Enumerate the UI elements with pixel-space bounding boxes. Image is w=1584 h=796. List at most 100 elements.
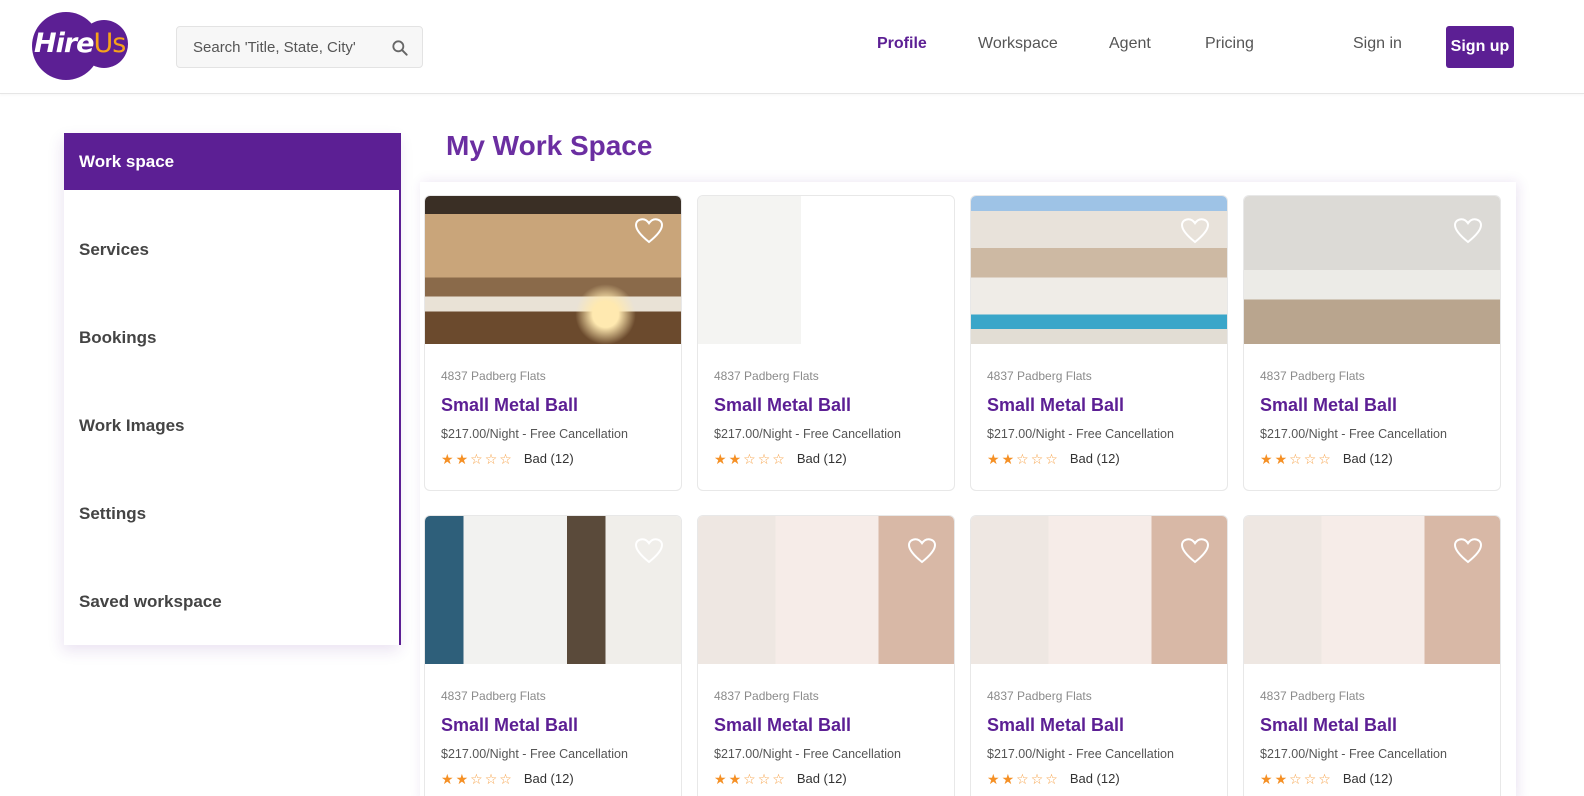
card-rating: ★ ★ ☆ ☆ ☆ Bad (12) <box>714 451 847 466</box>
star-empty-icon: ☆ <box>499 450 512 467</box>
card-price: $217.00/Night - Free Cancellation <box>1260 747 1447 761</box>
hireus-logo[interactable]: HireUs <box>30 10 130 82</box>
star-filled-icon: ★ <box>728 450 742 467</box>
sign-in-link[interactable]: Sign in <box>1353 35 1402 53</box>
card-rating: ★ ★ ☆ ☆ ☆ Bad (12) <box>987 771 1120 786</box>
star-filled-icon: ★ <box>1260 770 1273 787</box>
card-price: $217.00/Night - Free Cancellation <box>441 427 628 441</box>
heart-icon[interactable] <box>1454 218 1482 244</box>
star-empty-icon: ☆ <box>1016 770 1029 787</box>
card-rating: ★ ★ ☆ ☆ ☆ Bad (12) <box>441 451 574 466</box>
rating-text: Bad (12) <box>1069 771 1120 786</box>
workspace-card[interactable]: 4837 Padberg Flats Small Metal Ball $217… <box>1243 515 1501 796</box>
card-price: $217.00/Night - Free Cancellation <box>1260 427 1447 441</box>
star-empty-icon: ☆ <box>757 450 771 467</box>
star-rating: ★ ★ ☆ ☆ ☆ <box>1260 772 1331 786</box>
star-empty-icon: ☆ <box>1318 450 1331 467</box>
heart-icon[interactable] <box>1181 218 1209 244</box>
star-rating: ★ ★ ☆ ☆ ☆ <box>714 452 785 466</box>
sign-up-button[interactable]: Sign up <box>1446 26 1514 68</box>
logo-wordmark: HireUs <box>34 28 126 59</box>
star-empty-icon: ☆ <box>757 770 771 787</box>
card-address: 4837 Padberg Flats <box>1260 369 1365 383</box>
heart-icon[interactable] <box>1181 538 1209 564</box>
rating-text: Bad (12) <box>796 771 847 786</box>
workspace-card[interactable]: 4837 Padberg Flats Small Metal Ball $217… <box>970 195 1228 491</box>
rating-text: Bad (12) <box>1069 451 1120 466</box>
sidebar-item-work-space[interactable]: Work space <box>64 133 399 190</box>
star-empty-icon: ☆ <box>1303 450 1317 467</box>
rating-text: Bad (12) <box>1342 451 1393 466</box>
sidebar-item-bookings[interactable]: Bookings <box>64 309 399 397</box>
heart-icon[interactable] <box>908 538 936 564</box>
card-title[interactable]: Small Metal Ball <box>441 715 578 736</box>
star-empty-icon: ☆ <box>1045 770 1058 787</box>
workspace-card[interactable]: 4837 Padberg Flats Small Metal Ball $217… <box>424 195 682 491</box>
card-price: $217.00/Night - Free Cancellation <box>714 427 901 441</box>
star-filled-icon: ★ <box>987 450 1000 467</box>
star-filled-icon: ★ <box>1001 770 1015 787</box>
star-filled-icon: ★ <box>728 770 742 787</box>
card-title[interactable]: Small Metal Ball <box>1260 395 1397 416</box>
star-filled-icon: ★ <box>455 770 469 787</box>
card-title[interactable]: Small Metal Ball <box>714 395 851 416</box>
workspace-card[interactable]: 4837 Padberg Flats Small Metal Ball $217… <box>697 515 955 796</box>
star-filled-icon: ★ <box>714 450 727 467</box>
star-filled-icon: ★ <box>1274 450 1288 467</box>
star-filled-icon: ★ <box>1274 770 1288 787</box>
card-price: $217.00/Night - Free Cancellation <box>987 427 1174 441</box>
card-title[interactable]: Small Metal Ball <box>441 395 578 416</box>
star-empty-icon: ☆ <box>470 450 483 467</box>
workspace-card[interactable]: 4837 Padberg Flats Small Metal Ball $217… <box>970 515 1228 796</box>
heart-icon[interactable] <box>635 538 663 564</box>
search-box <box>176 26 423 68</box>
card-title[interactable]: Small Metal Ball <box>1260 715 1397 736</box>
card-rating: ★ ★ ☆ ☆ ☆ Bad (12) <box>1260 451 1393 466</box>
nav-pricing[interactable]: Pricing <box>1205 35 1254 53</box>
star-empty-icon: ☆ <box>499 770 512 787</box>
card-address: 4837 Padberg Flats <box>987 689 1092 703</box>
star-empty-icon: ☆ <box>743 450 756 467</box>
sidebar-item-work-images[interactable]: Work Images <box>64 397 399 485</box>
workspace-card[interactable]: 4837 Padberg Flats Small Metal Ball $217… <box>424 515 682 796</box>
nav-profile[interactable]: Profile <box>877 35 927 53</box>
card-title[interactable]: Small Metal Ball <box>714 715 851 736</box>
sidebar-item-services[interactable]: Services <box>64 221 399 309</box>
card-title[interactable]: Small Metal Ball <box>987 715 1124 736</box>
star-empty-icon: ☆ <box>1289 450 1302 467</box>
star-empty-icon: ☆ <box>772 770 785 787</box>
page-title: My Work Space <box>446 130 653 161</box>
star-filled-icon: ★ <box>714 770 727 787</box>
sidebar-item-settings[interactable]: Settings <box>64 485 399 573</box>
heart-icon[interactable] <box>1454 538 1482 564</box>
star-empty-icon: ☆ <box>1030 450 1044 467</box>
card-price: $217.00/Night - Free Cancellation <box>714 747 901 761</box>
heart-icon[interactable] <box>635 218 663 244</box>
star-rating: ★ ★ ☆ ☆ ☆ <box>987 772 1058 786</box>
star-empty-icon: ☆ <box>1016 450 1029 467</box>
workspace-card[interactable]: 4837 Padberg Flats Small Metal Ball $217… <box>697 195 955 491</box>
card-price: $217.00/Night - Free Cancellation <box>441 747 628 761</box>
star-rating: ★ ★ ☆ ☆ ☆ <box>1260 452 1331 466</box>
rating-text: Bad (12) <box>523 451 574 466</box>
star-rating: ★ ★ ☆ ☆ ☆ <box>441 772 512 786</box>
nav-workspace[interactable]: Workspace <box>978 35 1058 53</box>
card-rating: ★ ★ ☆ ☆ ☆ Bad (12) <box>714 771 847 786</box>
star-empty-icon: ☆ <box>470 770 483 787</box>
card-address: 4837 Padberg Flats <box>441 369 546 383</box>
sidebar-item-saved-workspace[interactable]: Saved workspace <box>64 573 399 661</box>
card-title[interactable]: Small Metal Ball <box>987 395 1124 416</box>
heart-icon[interactable] <box>908 218 936 244</box>
star-filled-icon: ★ <box>1001 450 1015 467</box>
nav-agent[interactable]: Agent <box>1109 35 1151 53</box>
star-filled-icon: ★ <box>441 770 454 787</box>
star-empty-icon: ☆ <box>1303 770 1317 787</box>
card-address: 4837 Padberg Flats <box>714 689 819 703</box>
workspace-card[interactable]: 4837 Padberg Flats Small Metal Ball $217… <box>1243 195 1501 491</box>
star-filled-icon: ★ <box>441 450 454 467</box>
search-icon[interactable] <box>390 38 410 58</box>
rating-text: Bad (12) <box>796 451 847 466</box>
star-empty-icon: ☆ <box>484 450 498 467</box>
search-input[interactable] <box>177 27 377 67</box>
card-address: 4837 Padberg Flats <box>1260 689 1365 703</box>
